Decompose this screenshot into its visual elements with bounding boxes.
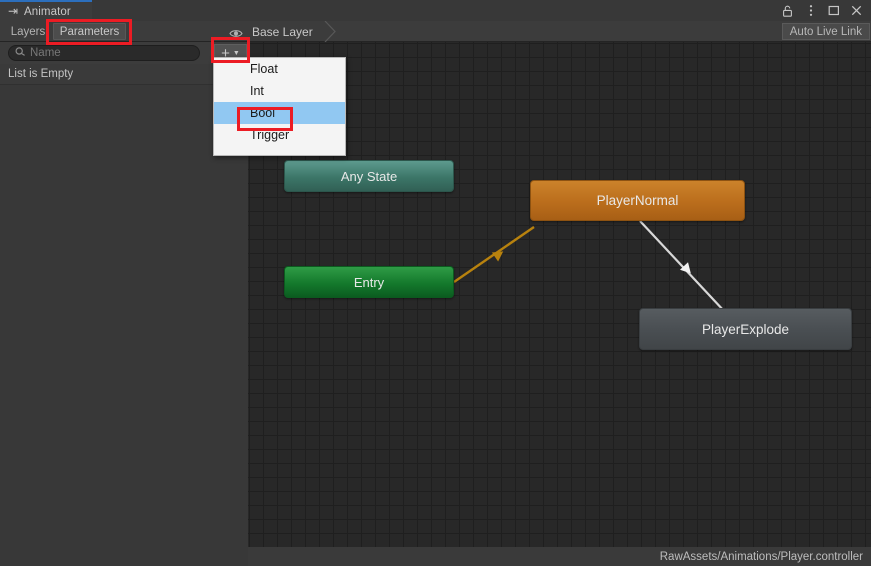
state-node-label: PlayerNormal — [596, 193, 679, 208]
auto-live-link-label: Auto Live Link — [789, 25, 862, 38]
breadcrumb-base-layer: Base Layer — [252, 24, 313, 39]
menu-item-trigger[interactable]: Trigger — [214, 124, 345, 146]
tab-layers[interactable]: Layers — [5, 23, 51, 40]
animator-toolbar: Layers Parameters Base Layer Auto Live L… — [0, 20, 871, 43]
state-node-entry[interactable]: Entry — [284, 266, 454, 298]
menu-item-int[interactable]: Int — [214, 80, 345, 102]
menu-item-label: Int — [250, 84, 264, 98]
search-input[interactable]: Name — [8, 45, 200, 61]
window-controls — [781, 0, 867, 21]
menu-item-label: Bool — [250, 106, 276, 120]
state-node-any-state[interactable]: Any State — [284, 160, 454, 192]
close-icon[interactable] — [850, 4, 863, 17]
tab-parameters[interactable]: Parameters — [53, 23, 126, 40]
auto-live-link-button[interactable]: Auto Live Link — [781, 23, 870, 40]
window-tabstrip: ⇥ Animator — [0, 0, 871, 21]
state-node-player-explode[interactable]: PlayerExplode — [639, 308, 852, 350]
state-node-label: PlayerExplode — [701, 321, 790, 337]
chevron-down-icon: ▼ — [232, 50, 240, 57]
tab-layers-label: Layers — [10, 25, 46, 38]
menu-item-label: Trigger — [250, 128, 290, 142]
kebab-menu-icon[interactable] — [804, 4, 817, 17]
search-icon — [15, 47, 26, 59]
search-placeholder: Name — [30, 47, 61, 59]
menu-item-label: Float — [250, 62, 278, 76]
state-node-label: Entry — [353, 274, 385, 290]
breadcrumb-chevron-icon — [322, 20, 342, 43]
parameter-type-dropdown[interactable]: Float Int Bool Trigger — [213, 57, 346, 156]
parameters-search-row: Name + ▼ — [0, 42, 247, 64]
state-node-label: Any State — [340, 168, 398, 184]
tab-animator[interactable]: ⇥ Animator — [0, 0, 92, 21]
menu-item-bool[interactable]: Bool — [214, 102, 345, 124]
animator-window: ⇥ Animator Layers Parameters Base Layer … — [0, 0, 871, 566]
maximize-icon[interactable] — [827, 4, 840, 17]
parameters-list-body[interactable] — [0, 85, 247, 566]
menu-item-float[interactable]: Float — [214, 58, 345, 80]
tab-animator-label: Animator — [24, 5, 71, 18]
parameters-empty-label: List is Empty — [8, 68, 74, 80]
parameters-panel: Name + ▼ List is Empty — [0, 42, 247, 566]
animator-icon: ⇥ — [8, 4, 19, 18]
state-node-player-normal[interactable]: PlayerNormal — [530, 180, 745, 221]
breadcrumb[interactable]: Base Layer — [248, 21, 313, 42]
eye-icon[interactable] — [229, 26, 243, 37]
parameters-empty-row: List is Empty — [0, 64, 247, 85]
status-bar: RawAssets/Animations/Player.controller — [248, 547, 871, 566]
asset-path-label: RawAssets/Animations/Player.controller — [659, 550, 863, 563]
lock-icon[interactable] — [781, 4, 794, 17]
tab-parameters-label: Parameters — [59, 25, 120, 38]
